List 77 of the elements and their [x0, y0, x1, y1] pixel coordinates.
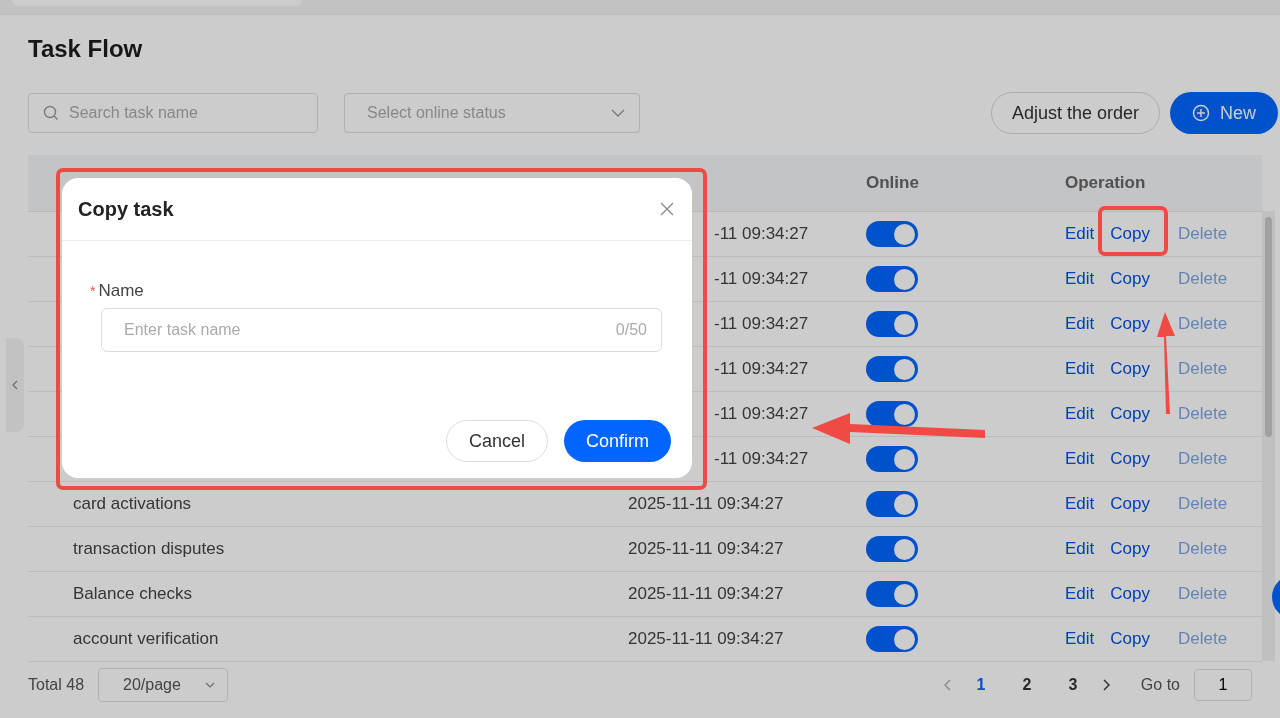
- confirm-button[interactable]: Confirm: [564, 420, 671, 462]
- action-link[interactable]: Edit: [1065, 539, 1095, 559]
- page-link[interactable]: 3: [1056, 676, 1089, 694]
- table-cell: 2025-11-11 09:34:27: [628, 494, 784, 514]
- status-select[interactable]: Select online status: [344, 93, 640, 133]
- goto-input[interactable]: 1: [1194, 669, 1252, 701]
- plus-circle-icon: [1192, 104, 1210, 122]
- table-cell: account verification: [73, 629, 219, 649]
- table-cell: Balance checks: [73, 584, 193, 604]
- action-link[interactable]: Edit: [1065, 224, 1095, 244]
- action-link[interactable]: Copy: [1110, 449, 1150, 469]
- action-link[interactable]: Copy: [1110, 629, 1150, 649]
- toggle-switch[interactable]: [866, 266, 918, 292]
- action-link[interactable]: Edit: [1065, 359, 1095, 379]
- field-label: Name: [98, 281, 144, 301]
- page-size-select[interactable]: 20/page: [98, 668, 229, 702]
- toggle-switch[interactable]: [866, 581, 918, 607]
- sidebar-handle[interactable]: [6, 338, 24, 432]
- action-link[interactable]: Edit: [1065, 314, 1095, 334]
- action-link[interactable]: Edit: [1065, 494, 1095, 514]
- action-link[interactable]: Copy: [1110, 269, 1150, 289]
- chevron-left-icon[interactable]: [942, 679, 951, 691]
- table-cell: -11 09:34:27: [714, 404, 809, 424]
- table-cell: -11 09:34:27: [714, 269, 809, 289]
- chevron-left-icon: [12, 380, 18, 390]
- search-icon: [43, 105, 59, 121]
- status-input[interactable]: Select online status: [365, 103, 611, 123]
- toggle-switch[interactable]: [866, 401, 918, 427]
- new-button[interactable]: New: [1170, 92, 1278, 134]
- toggle-switch[interactable]: [866, 311, 918, 337]
- toggle-switch[interactable]: [866, 491, 918, 517]
- scrollbar[interactable]: [1262, 211, 1275, 661]
- action-link[interactable]: Edit: [1065, 269, 1095, 289]
- action-link[interactable]: Edit: [1065, 629, 1095, 649]
- highlight-box: [1098, 206, 1168, 256]
- page-title: Task Flow: [28, 35, 144, 64]
- table-cell: -11 09:34:27: [714, 359, 809, 379]
- required-mark: *: [90, 283, 96, 299]
- toggle-switch[interactable]: [866, 626, 918, 652]
- toggle-switch[interactable]: [866, 446, 918, 472]
- table-cell: -11 09:34:27: [714, 224, 809, 244]
- table-cell: card activations: [73, 494, 192, 514]
- toggle-switch[interactable]: [866, 356, 918, 382]
- action-link[interactable]: Copy: [1110, 404, 1150, 424]
- table-cell: -11 09:34:27: [714, 449, 809, 469]
- action-link[interactable]: Edit: [1065, 449, 1095, 469]
- cancel-button[interactable]: Cancel: [445, 420, 548, 462]
- action-link[interactable]: Copy: [1110, 314, 1150, 334]
- table-cell: -11 09:34:27: [714, 314, 809, 334]
- chevron-right-icon[interactable]: [1102, 679, 1111, 691]
- action-link[interactable]: Copy: [1110, 494, 1150, 514]
- toggle-switch[interactable]: [866, 536, 918, 562]
- search-input[interactable]: Search task name: [67, 103, 303, 123]
- toggle-switch[interactable]: [866, 221, 918, 247]
- adjust-order-button[interactable]: Adjust the order: [990, 92, 1160, 134]
- close-icon[interactable]: [660, 202, 674, 216]
- total-count: Total 48: [28, 676, 85, 694]
- chevron-down-icon: [205, 682, 216, 688]
- table-cell: 2025-11-11 09:34:27: [628, 539, 784, 559]
- dialog-title: Copy task: [78, 197, 174, 221]
- page-link[interactable]: 2: [1010, 676, 1043, 694]
- column-header: Operation: [1065, 173, 1146, 193]
- search-field[interactable]: Search task name: [28, 93, 318, 133]
- action-link[interactable]: Edit: [1065, 584, 1095, 604]
- action-link[interactable]: Copy: [1110, 539, 1150, 559]
- page-link[interactable]: 1: [964, 676, 997, 694]
- name-input[interactable]: Enter task name: [122, 320, 616, 340]
- action-link[interactable]: Copy: [1110, 584, 1150, 604]
- action-link[interactable]: Copy: [1110, 224, 1150, 244]
- column-header: Online: [866, 173, 919, 193]
- chevron-down-icon: [611, 109, 625, 117]
- goto-label: Go to: [1140, 676, 1180, 694]
- action-link[interactable]: Copy: [1110, 359, 1150, 379]
- table-cell: transaction disputes: [73, 539, 225, 559]
- table-cell: 2025-11-11 09:34:27: [628, 584, 784, 604]
- table-cell: 2025-11-11 09:34:27: [628, 629, 784, 649]
- action-link[interactable]: Edit: [1065, 404, 1095, 424]
